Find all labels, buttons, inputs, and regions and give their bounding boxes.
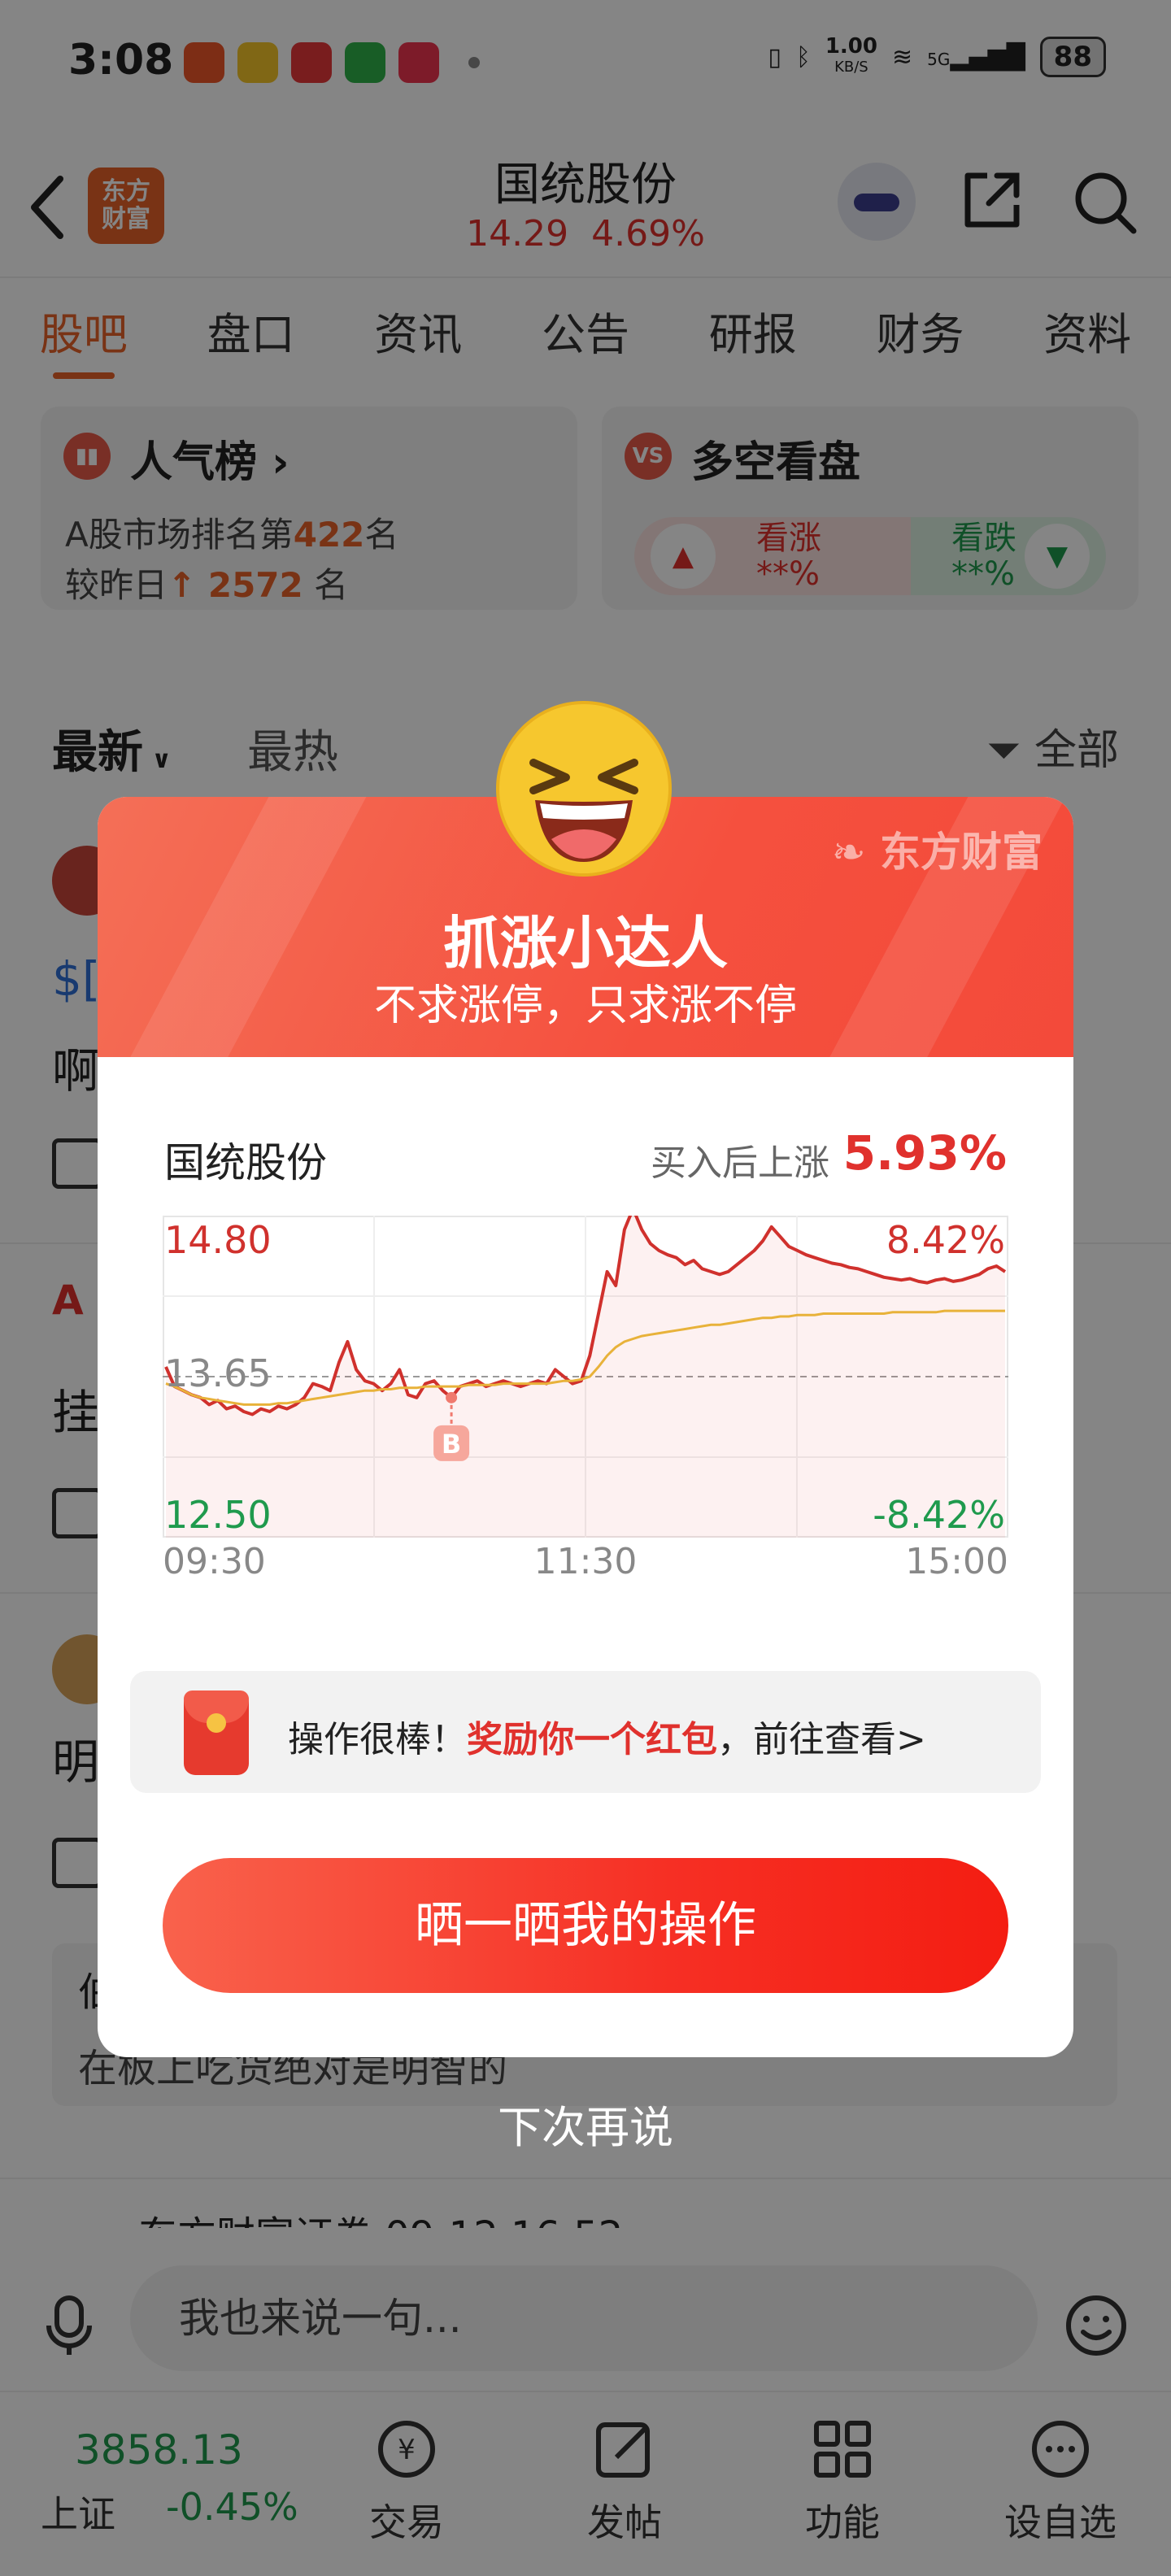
modal-subtitle: 不求涨停，只求涨不停 <box>373 981 797 1030</box>
reward-text: 操作很棒！奖励你一个红包，前往查看> <box>288 1719 926 1760</box>
intraday-chart-svg: B 14.80 13.65 12.50 8.42% -8.42% 09:30 11:30 15:… <box>163 1216 1008 1582</box>
gain-label: 买入后上涨 <box>651 1142 829 1184</box>
y-right-tick-label: 8.42% <box>886 1218 1005 1262</box>
y-tick-label: 12.50 <box>164 1493 272 1537</box>
modal-title: 抓涨小达人 <box>443 910 728 977</box>
share-operation-button[interactable]: 晒一晒我的操作 <box>163 1858 1008 1993</box>
buy-marker-label: B <box>442 1429 461 1460</box>
red-envelope-icon <box>184 1690 249 1775</box>
modal-brand: ❧ 东方财富 <box>831 829 1043 876</box>
reward-banner[interactable]: 操作很棒！奖励你一个红包，前往查看> <box>130 1671 1041 1793</box>
y-tick-label: 14.80 <box>164 1218 272 1262</box>
x-tick-label: 11:30 <box>534 1541 638 1582</box>
achievement-modal: ❧ 东方财富 抓涨小达人 不求涨停，只求涨不停 国统股份 买入后上涨 5.93%… <box>98 797 1073 2057</box>
y-right-tick-label: -8.42% <box>873 1493 1005 1537</box>
dismiss-link[interactable]: 下次再说 <box>0 2091 1171 2156</box>
x-tick-label: 09:30 <box>163 1541 266 1582</box>
modal-stock-name: 国统股份 <box>164 1139 327 1186</box>
gain-value: 5.93% <box>842 1125 1007 1181</box>
eastmoney-logo-icon: ❧ <box>831 829 880 876</box>
laughing-emoji-icon <box>496 701 672 877</box>
x-tick-label: 15:00 <box>905 1541 1008 1582</box>
intraday-chart: B 14.80 13.65 12.50 8.42% -8.42% 09:30 11:30 15:… <box>163 1216 1008 1590</box>
y-tick-label: 13.65 <box>164 1351 272 1395</box>
